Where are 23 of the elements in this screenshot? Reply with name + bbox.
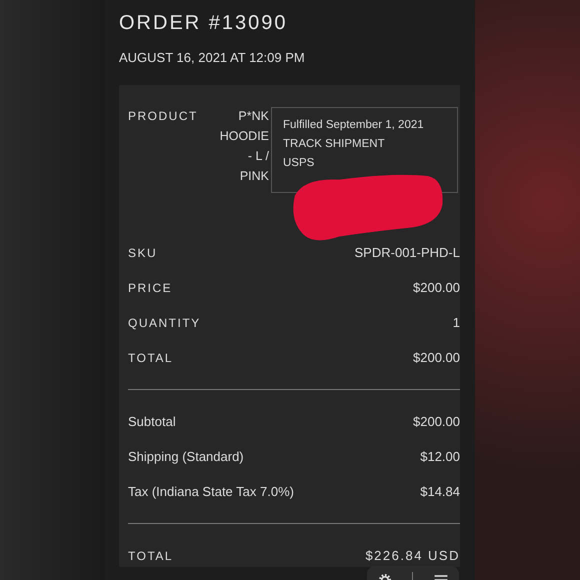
track-shipment-link[interactable]: TRACK SHIPMENT — [283, 135, 385, 154]
summary-value: $200.00 — [413, 414, 460, 429]
carrier-name: USPS — [283, 156, 314, 171]
total-label: TOTAL — [128, 548, 174, 562]
order-date: AUGUST 16, 2021 AT 12:09 PM — [119, 50, 306, 65]
fulfillment-status: Fulfilled September 1, 2021 — [283, 118, 424, 133]
detail-value: $200.00 — [413, 350, 460, 365]
summary-value: $14.84 — [420, 484, 460, 499]
detail-value: 1 — [452, 315, 460, 330]
summary-label: Tax (Indiana State Tax 7.0%) — [128, 484, 294, 499]
product-name: P*NK HOODIE - L / PINK — [220, 108, 269, 185]
detail-label: TOTAL — [128, 350, 174, 364]
summary-value: $12.00 — [420, 449, 460, 464]
summary-label: Shipping (Standard) — [128, 449, 244, 464]
detail-label: QUANTITY — [128, 316, 201, 330]
detail-value: $200.00 — [413, 280, 460, 295]
order-title: ORDER #13090 — [119, 12, 289, 35]
detail-label: SKU — [128, 246, 158, 260]
total-value: $226.84 USD — [365, 548, 460, 563]
summary-label: Subtotal — [128, 414, 176, 429]
detail-value: SPDR-001-PHD-L — [354, 245, 460, 260]
product-label: PRODUCT — [128, 109, 198, 125]
detail-label: PRICE — [128, 280, 172, 294]
